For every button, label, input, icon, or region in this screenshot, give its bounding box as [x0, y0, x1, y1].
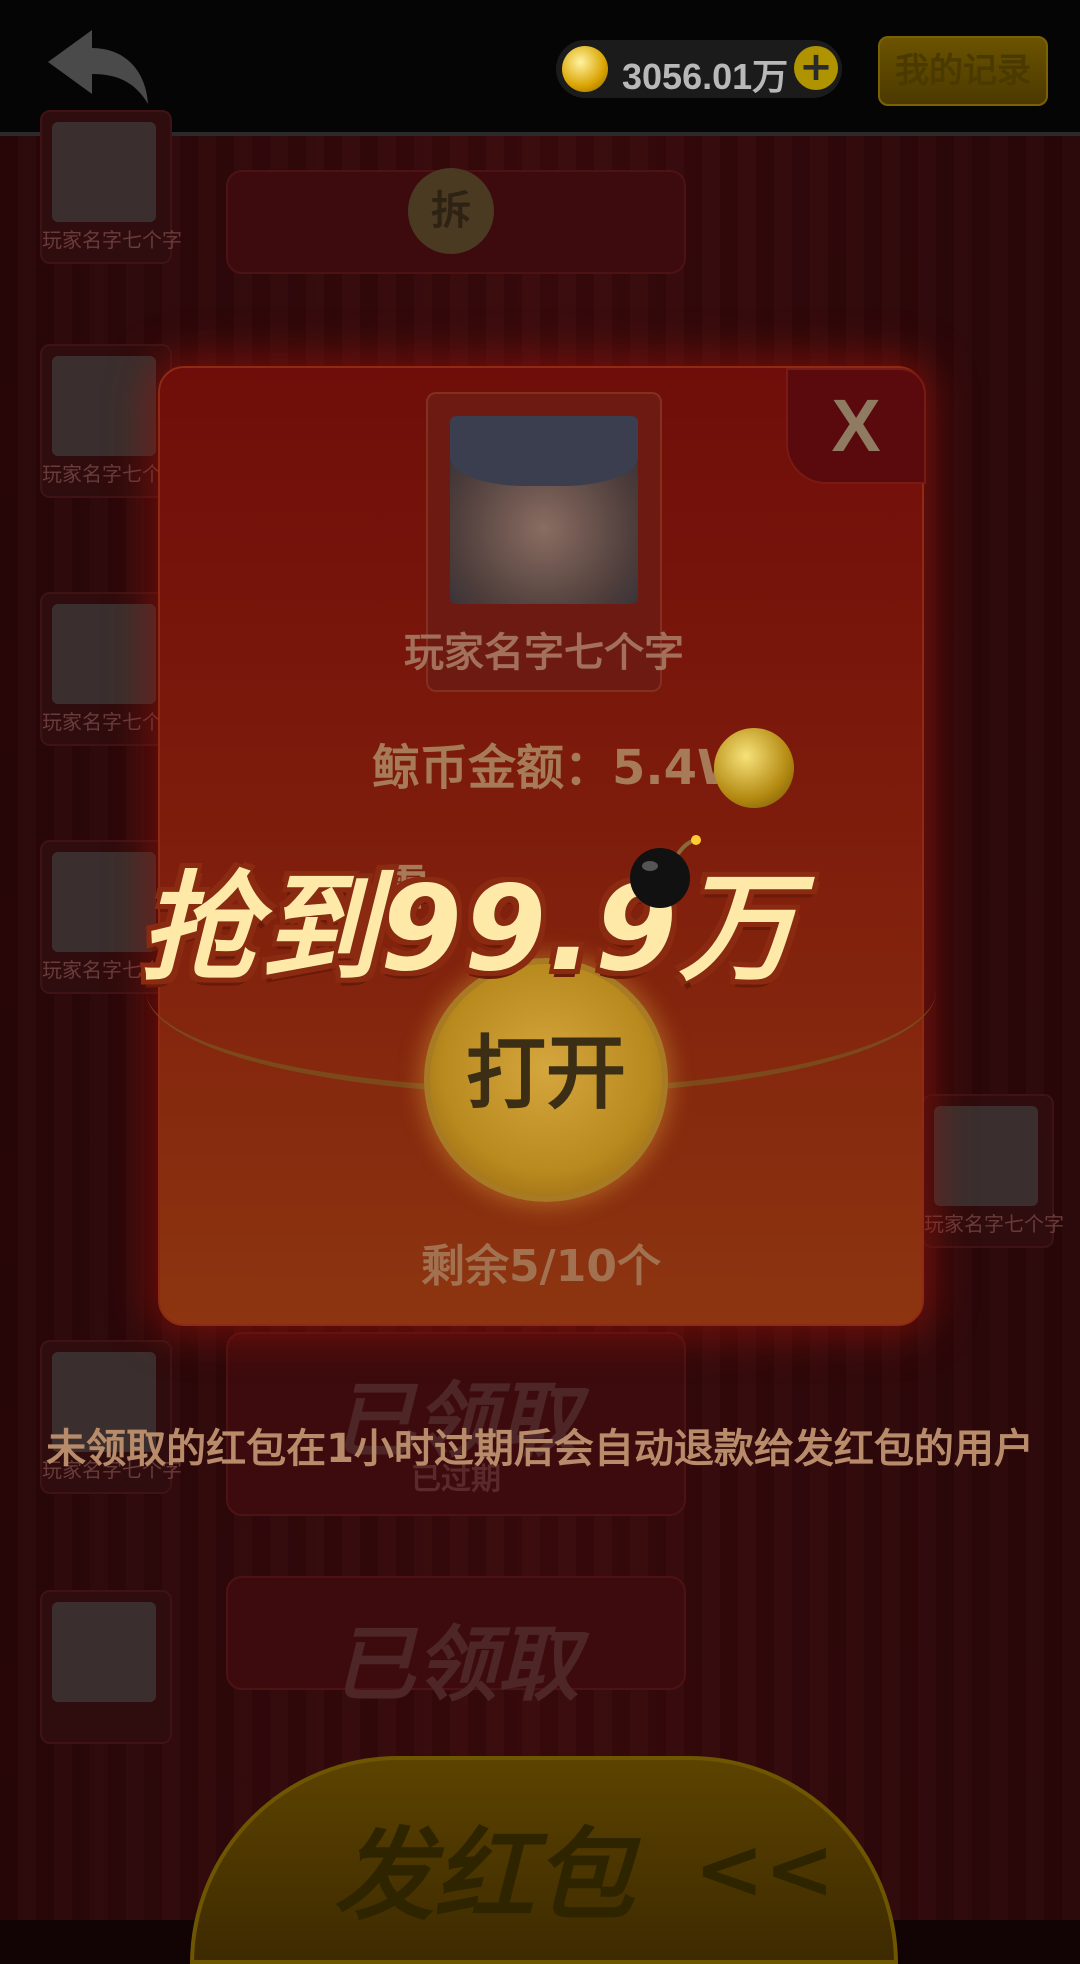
bomb-icon	[630, 835, 701, 908]
coin-icon	[562, 46, 608, 92]
coin-amount: 鲸币金额：5.4W	[372, 740, 750, 796]
avatar: 玩家名字七个字	[40, 110, 182, 264]
back-arrow-icon[interactable]	[44, 26, 154, 106]
gold-coin-icon	[714, 728, 794, 808]
my-records-button[interactable]: 我的记录	[878, 36, 1048, 106]
player-name: 玩家名字七个字	[42, 228, 182, 252]
send-red-envelope-label: 发红包	[334, 1817, 634, 1934]
avatar-photo	[52, 1602, 156, 1702]
grab-result-banner: 抢到99.9万	[140, 832, 940, 1002]
remaining-count: 剩余5/10个	[421, 1241, 661, 1292]
avatar-photo	[52, 604, 156, 704]
red-envelope[interactable]: 已领取	[226, 1576, 686, 1713]
close-button[interactable]: X	[786, 368, 926, 484]
avatar-photo	[934, 1106, 1038, 1206]
coin-balance-value: 3056.01万	[622, 56, 789, 97]
avatar	[40, 1590, 172, 1744]
open-envelope-button[interactable]: 拆	[408, 168, 494, 254]
sender-card: 玩家名字七个字	[404, 392, 684, 692]
expiry-notice: 未领取的红包在1小时过期后会自动退款给发红包的用户	[46, 1426, 1034, 1472]
player-name: 玩家名字七个字	[924, 1212, 1064, 1236]
avatar: 玩家名字七个字	[40, 592, 182, 746]
sender-name: 玩家名字七个字	[404, 630, 684, 676]
double-chevron-left-icon: <<	[694, 1820, 835, 1918]
sender-avatar	[450, 416, 638, 604]
cap-shape	[450, 416, 638, 486]
avatar-photo	[52, 122, 156, 222]
avatar-photo	[52, 356, 156, 456]
send-red-envelope-button[interactable]: 发红包 <<	[190, 1756, 898, 1964]
add-coins-button[interactable]: +	[794, 46, 838, 90]
avatar: 玩家名字七个字	[922, 1094, 1064, 1248]
red-envelope[interactable]: 拆	[226, 168, 686, 274]
claimed-label: 已领取	[333, 1618, 579, 1713]
avatar: 玩家名字七个字	[40, 344, 182, 498]
coin-balance: 3056.01万 +	[556, 40, 842, 98]
